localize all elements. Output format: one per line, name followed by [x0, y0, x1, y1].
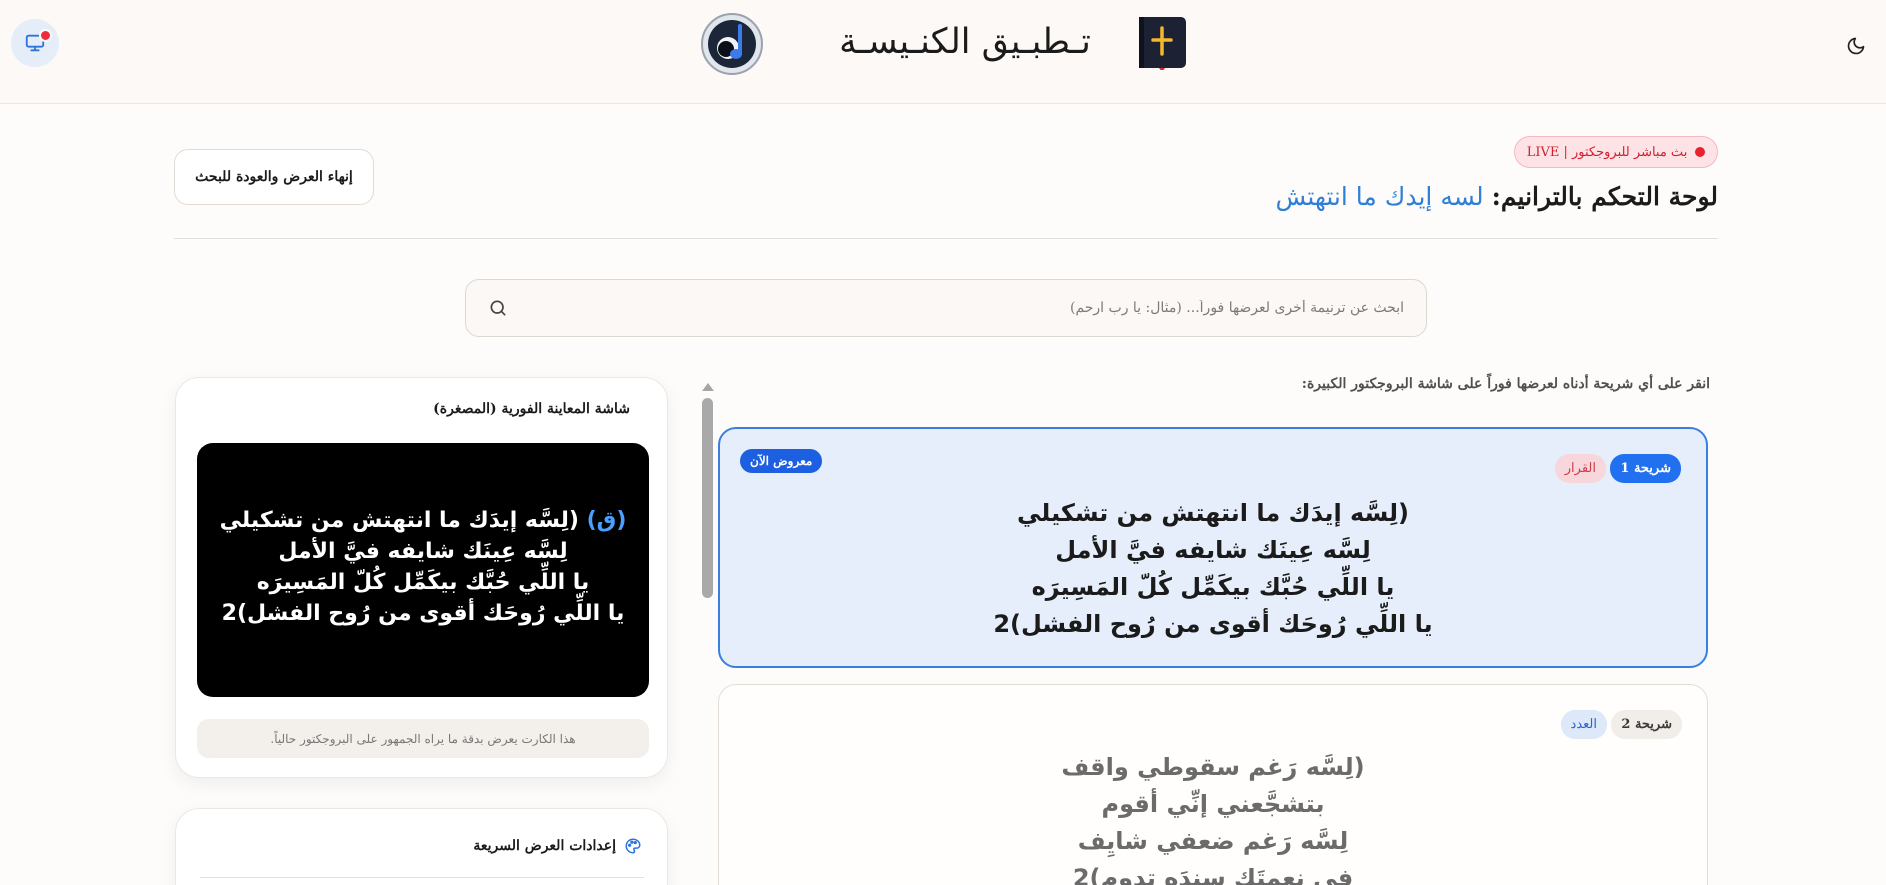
- projector-monitor-button[interactable]: [11, 19, 59, 67]
- song-search-bar[interactable]: [465, 279, 1427, 337]
- quick-settings-title: إعدادات العرض السريعة: [473, 838, 616, 854]
- slide-card-1[interactable]: شريحة 1 القرار معروض الآن (لِسَّه إيدَك …: [718, 427, 1708, 668]
- quick-settings-header: إعدادات العرض السريعة: [473, 837, 642, 855]
- song-search-input[interactable]: [518, 300, 1404, 316]
- moon-icon: [1847, 37, 1865, 55]
- current-song-name: لسه إيدك ما انتهتش: [1275, 181, 1484, 211]
- search-icon: [490, 300, 506, 316]
- page-title-prefix: لوحة التحكم بالترانيم:: [1491, 181, 1718, 211]
- slide-type-badge: العدد: [1560, 710, 1607, 739]
- preview-lyrics-block: (ق) (لِسَّه إيدَك ما انتهتش من تشكيلي لِ…: [197, 505, 649, 629]
- app-title: تـطبـيق الكنـيسـة: [839, 22, 1091, 62]
- page-title: لوحة التحكم بالترانيم: لسه إيدك ما انتهت…: [1200, 176, 1718, 216]
- live-label: بث مباشر للبروجكتور | LIVE: [1526, 144, 1688, 160]
- preview-screen: (ق) (لِسَّه إيدَك ما انتهتش من تشكيلي لِ…: [197, 443, 649, 697]
- palette-icon: [625, 838, 641, 854]
- notification-dot: [39, 29, 52, 42]
- slides-scrollbar[interactable]: [702, 398, 713, 598]
- top-navbar: تـطبـيق الكنـيسـة: [0, 0, 1886, 104]
- live-preview-card: شاشة المعاينة الفورية (المصغرة) (ق) (لِس…: [175, 377, 668, 778]
- preview-chorus-prefix: (ق): [586, 508, 627, 533]
- slides-hint: انقر على أي شريحة أدناه لعرضها فوراً على…: [1301, 376, 1710, 392]
- live-dot-icon: [1695, 147, 1706, 157]
- end-presentation-button[interactable]: إنهاء العرض والعودة للبحث: [174, 149, 374, 205]
- settings-divider: [200, 877, 644, 878]
- live-status-badge: بث مباشر للبروجكتور | LIVE: [1514, 136, 1718, 168]
- section-divider: [174, 238, 1718, 239]
- scroll-up-arrow-icon[interactable]: [701, 382, 715, 392]
- slide-lyrics: (لِسَّه رَغم سقوطي واقف بتشجَّعني إنِّي …: [1061, 753, 1365, 885]
- theme-toggle-button[interactable]: [1840, 30, 1872, 62]
- slide-type-badge: القرار: [1554, 454, 1606, 483]
- slide-lyrics: (لِسَّه إيدَك ما انتهتش من تشكيلي لِسَّه…: [993, 499, 1433, 638]
- quick-settings-card: إعدادات العرض السريعة: [175, 808, 668, 885]
- preview-lyrics: (لِسَّه إيدَك ما انتهتش من تشكيلي لِسَّه…: [219, 508, 625, 626]
- preview-note: هذا الكارت يعرض بدقة ما يراه الجمهور على…: [197, 719, 649, 758]
- music-note-icon: [701, 13, 763, 75]
- slide-number-badge: شريحة 2: [1611, 710, 1682, 739]
- bible-cross-icon: [1139, 17, 1186, 70]
- slide-number-badge: شريحة 1: [1610, 454, 1681, 483]
- slide-card-2[interactable]: شريحة 2 العدد (لِسَّه رَغم سقوطي واقف بت…: [718, 684, 1708, 885]
- preview-title: شاشة المعاينة الفورية (المصغرة): [433, 401, 630, 417]
- now-showing-badge: معروض الآن: [740, 449, 823, 473]
